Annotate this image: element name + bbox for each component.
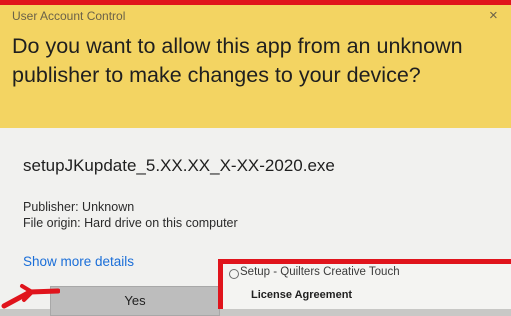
uac-title: User Account Control [12, 9, 126, 23]
setup-window-title: Setup - Quilters Creative Touch [240, 266, 400, 278]
setup-window: Setup - Quilters Creative Touch License … [218, 259, 511, 309]
uac-question: Do you want to allow this app from an un… [12, 34, 463, 87]
file-origin-label: File origin: Hard drive on this computer [23, 216, 238, 230]
publisher-label: Publisher: Unknown [23, 200, 135, 214]
annotation-arrow-icon [1, 284, 60, 309]
license-agreement-heading: License Agreement [251, 289, 353, 301]
uac-header: User Account Control × Do you want to al… [0, 5, 511, 128]
file-name: setupJKupdate_5.XX.XX_X-XX-2020.exe [23, 156, 335, 175]
yes-button[interactable]: Yes [50, 286, 220, 316]
show-more-details-link[interactable]: Show more details [23, 254, 134, 269]
close-icon[interactable]: × [489, 7, 498, 24]
setup-app-icon [229, 269, 239, 279]
